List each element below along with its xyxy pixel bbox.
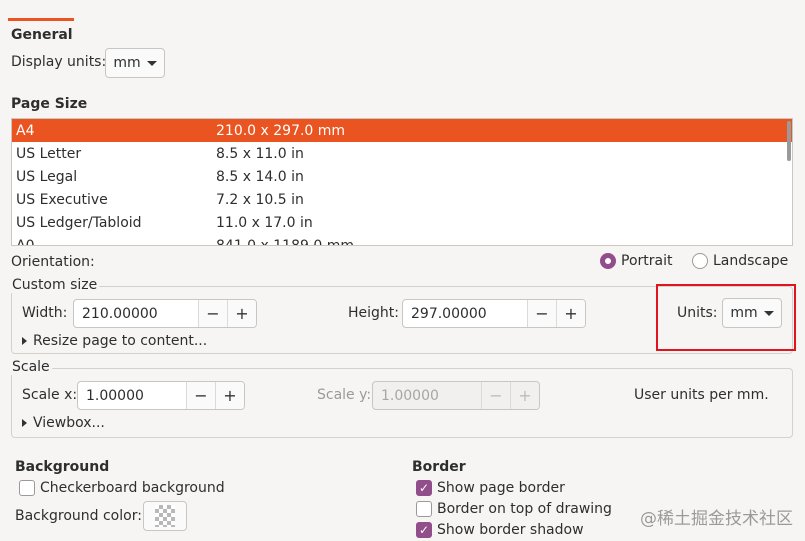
display-units-label: Display units: [11, 54, 107, 70]
checkerboard-checkbox[interactable]: Checkerboard background [19, 480, 225, 496]
border-heading: Border [412, 459, 466, 475]
page-size-name: US Ledger/Tabloid [16, 214, 142, 231]
scale-y-input: 1.00000 [381, 387, 439, 404]
height-spinbutton[interactable]: 297.00000 − + [402, 299, 586, 328]
list-item[interactable]: A4 210.0 x 297.0 mm [12, 119, 792, 142]
height-label: Height: [348, 305, 399, 321]
page-size-dimensions: 210.0 x 297.0 mm [216, 122, 346, 139]
checkerboard-swatch-icon [155, 505, 175, 527]
border-on-top-label: Border on top of drawing [437, 501, 612, 517]
plus-icon[interactable]: + [215, 382, 244, 409]
list-item[interactable]: US Ledger/Tabloid 11.0 x 17.0 in [12, 211, 792, 234]
checkerboard-label: Checkerboard background [40, 480, 225, 496]
resize-to-content-label: Resize page to content... [33, 333, 208, 349]
show-page-border-label: Show page border [437, 480, 565, 496]
height-input[interactable]: 297.00000 [403, 300, 527, 327]
viewbox-label: Viewbox... [33, 415, 105, 431]
page-size-dimensions: 8.5 x 14.0 in [216, 168, 304, 185]
page-size-dimensions: 7.2 x 10.5 in [216, 191, 304, 208]
minus-icon[interactable]: − [527, 300, 556, 327]
background-heading: Background [15, 459, 110, 475]
landscape-label: Landscape [713, 253, 789, 269]
border-on-top-checkbox[interactable]: Border on top of drawing [416, 501, 612, 517]
list-item[interactable]: US Legal 8.5 x 14.0 in [12, 165, 792, 188]
width-label: Width: [22, 305, 68, 321]
page-size-dimensions: 11.0 x 17.0 in [216, 214, 313, 231]
page-size-dimensions: 8.5 x 11.0 in [216, 145, 304, 162]
orientation-label: Orientation: [11, 254, 95, 270]
page-size-name: A4 [16, 122, 35, 139]
checkmark-icon: ✓ [416, 480, 432, 496]
show-border-shadow-label: Show border shadow [437, 522, 584, 538]
page-size-heading: Page Size [11, 96, 88, 112]
portrait-label: Portrait [621, 253, 673, 269]
background-color-button[interactable] [143, 501, 187, 531]
list-item[interactable]: US Letter 8.5 x 11.0 in [12, 142, 792, 165]
chevron-right-icon [22, 419, 27, 427]
list-scrollbar[interactable] [787, 121, 791, 161]
portrait-radio[interactable]: Portrait [600, 253, 672, 269]
chevron-right-icon [22, 337, 27, 345]
show-border-shadow-checkbox[interactable]: ✓ Show border shadow [416, 522, 584, 538]
page-size-name: A0 [16, 237, 35, 246]
scale-heading: Scale [10, 359, 52, 375]
minus-icon[interactable]: − [186, 382, 215, 409]
highlight-annotation-box [656, 284, 796, 351]
background-color-label: Background color: [15, 508, 142, 524]
viewbox-expander[interactable]: Viewbox... [22, 415, 105, 431]
minus-icon: − [481, 382, 510, 409]
list-item[interactable]: US Executive 7.2 x 10.5 in [12, 188, 792, 211]
watermark: @稀土掘金技术社区 [640, 509, 793, 529]
plus-icon[interactable]: + [227, 300, 256, 327]
checkbox-unchecked-icon [416, 501, 432, 517]
display-units-dropdown[interactable]: mm [105, 48, 165, 78]
page-size-dimensions: 841.0 x 1189.0 mm [216, 237, 354, 246]
page-size-name: US Letter [16, 145, 82, 162]
scale-units-note: User units per mm. [634, 387, 769, 403]
list-item[interactable]: A0 841.0 x 1189.0 mm [12, 234, 792, 246]
width-input[interactable]: 210.00000 [74, 300, 198, 327]
custom-size-heading: Custom size [10, 277, 100, 293]
show-page-border-checkbox[interactable]: ✓ Show page border [416, 480, 565, 496]
tab-bar [0, 0, 805, 22]
minus-icon[interactable]: − [198, 300, 227, 327]
scale-y-label: Scale y: [317, 387, 372, 403]
general-heading: General [11, 27, 73, 43]
plus-icon: + [510, 382, 539, 409]
scale-x-input[interactable]: 1.00000 [78, 382, 186, 409]
radio-unselected-icon [692, 253, 708, 269]
page-size-name: US Legal [16, 168, 78, 185]
width-spinbutton[interactable]: 210.00000 − + [73, 299, 257, 328]
page-size-name: US Executive [16, 191, 108, 208]
radio-selected-icon [600, 253, 616, 269]
chevron-down-icon [146, 60, 157, 66]
checkbox-unchecked-icon [19, 480, 35, 496]
scale-y-spinbutton: 1.00000 − + [372, 381, 540, 410]
page-size-list[interactable]: A4 210.0 x 297.0 mm US Letter 8.5 x 11.0… [11, 118, 793, 246]
resize-to-content-expander[interactable]: Resize page to content... [22, 333, 207, 349]
scale-x-spinbutton[interactable]: 1.00000 − + [77, 381, 245, 410]
plus-icon[interactable]: + [556, 300, 585, 327]
landscape-radio[interactable]: Landscape [692, 253, 788, 269]
active-tab-indicator [8, 18, 74, 21]
scale-x-label: Scale x: [22, 387, 78, 403]
display-units-value: mm [113, 55, 141, 71]
checkmark-icon: ✓ [416, 522, 432, 538]
